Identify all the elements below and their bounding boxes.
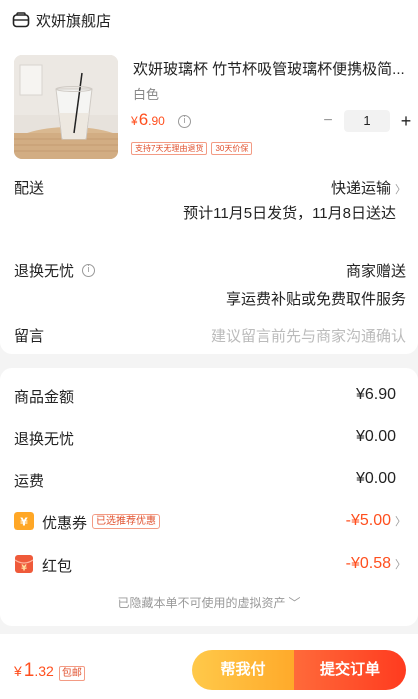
hidden-assets-toggle[interactable]: 已隐藏本单不可使用的虚拟资产 ﹀ xyxy=(0,594,418,611)
chevron-down-icon: ﹀ xyxy=(288,596,301,610)
quantity-minus-button[interactable]: − xyxy=(320,112,336,130)
redpacket-icon: ¥ xyxy=(14,555,34,573)
returns-row: 退换无忧 i xyxy=(14,260,96,281)
shipping-label: 配送 xyxy=(14,180,45,197)
price-info-icon[interactable]: i xyxy=(178,115,191,128)
quantity-plus-button[interactable]: + xyxy=(398,111,414,132)
service-tags: 支持7天无理由退货 30天价保 xyxy=(131,142,256,155)
order-total: ¥ 1 .32 包邮 xyxy=(14,660,85,682)
coupon-row[interactable]: -¥5.00 〉 xyxy=(346,512,406,530)
returns-desc: 享运费补贴或免费取件服务 xyxy=(225,291,406,308)
product-price: ¥ 6 .90 xyxy=(131,110,165,130)
coupon-icon: ¥ xyxy=(14,512,34,530)
store-name: 欢妍旗舰店 xyxy=(36,12,112,30)
freight-label: 运费 xyxy=(14,473,45,490)
quantity-stepper: − 1 + xyxy=(320,110,414,132)
redpacket-value: -¥0.58 xyxy=(345,555,391,572)
returns-label: 退换无忧 xyxy=(14,263,75,280)
store-header[interactable]: 欢妍旗舰店 xyxy=(12,8,111,32)
returns-fee-label: 退换无忧 xyxy=(14,431,75,448)
shipping-method[interactable]: 快递运输〉 xyxy=(331,177,406,198)
goods-amount-value: ¥6.90 xyxy=(355,386,396,403)
chevron-right-icon: 〉 xyxy=(395,184,406,196)
svg-text:¥: ¥ xyxy=(21,564,27,573)
shipping-estimate: 预计11月5日发货，11月8日送达 xyxy=(183,205,396,222)
coupon-value: -¥5.00 xyxy=(345,512,391,529)
price-integer: 6 xyxy=(138,110,149,129)
price-decimal: .90 xyxy=(148,114,165,128)
hidden-assets-text: 已隐藏本单不可使用的虚拟资产 xyxy=(117,596,286,610)
product-title[interactable]: 欢妍玻璃杯 竹节杯吸管玻璃杯便携极简... xyxy=(133,58,408,79)
store-icon xyxy=(12,12,30,28)
quantity-input[interactable]: 1 xyxy=(344,110,390,132)
message-input[interactable]: 建议留言前先与商家沟通确认 xyxy=(211,325,406,346)
returns-fee-value: ¥0.00 xyxy=(355,428,396,445)
submit-order-button[interactable]: 提交订单 xyxy=(294,650,406,690)
tag-7day-return: 支持7天无理由退货 xyxy=(131,142,208,155)
help-pay-button[interactable]: 帮我付 xyxy=(192,650,294,690)
total-decimal: .32 xyxy=(34,663,54,679)
redpacket-label: 红包 xyxy=(42,558,73,575)
price-currency: ¥ xyxy=(131,114,138,128)
chevron-right-icon: 〉 xyxy=(395,559,406,571)
goods-amount-label: 商品金额 xyxy=(14,389,75,406)
product-image[interactable] xyxy=(14,55,118,159)
returns-value: 商家赠送 xyxy=(345,263,406,280)
coupon-label: 优惠券 xyxy=(42,515,88,532)
total-integer: 1 xyxy=(23,660,35,681)
message-label: 留言 xyxy=(14,328,45,345)
total-currency: ¥ xyxy=(14,663,22,679)
coupon-recommend-badge: 已选推荐优惠 xyxy=(92,514,160,529)
shipping-method-text: 快递运输 xyxy=(330,180,391,197)
redpacket-row[interactable]: -¥0.58 〉 xyxy=(346,555,406,573)
returns-info-icon[interactable]: i xyxy=(82,264,96,277)
svg-text:¥: ¥ xyxy=(20,516,28,529)
free-shipping-badge: 包邮 xyxy=(58,666,85,681)
freight-value: ¥0.00 xyxy=(355,470,396,487)
chevron-right-icon: 〉 xyxy=(395,516,406,528)
product-variant[interactable]: 白色 xyxy=(133,84,159,103)
tag-price-protect: 30天价保 xyxy=(211,142,253,155)
